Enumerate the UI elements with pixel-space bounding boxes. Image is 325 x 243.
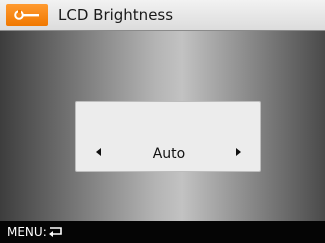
title-bar: LCD Brightness <box>0 0 325 31</box>
brightness-value: Auto <box>152 146 186 162</box>
settings-tab[interactable] <box>6 4 48 26</box>
right-arrow-icon[interactable] <box>236 148 241 156</box>
wrench-icon <box>14 10 39 20</box>
return-icon[interactable] <box>48 226 64 237</box>
footer-bar: MENU: <box>0 221 325 243</box>
page-title: LCD Brightness <box>58 6 174 24</box>
menu-button-label: MENU: <box>7 225 47 239</box>
brightness-selector[interactable]: Auto <box>75 101 261 172</box>
lcd-brightness-screen: LCD Brightness Auto MENU: <box>0 0 325 243</box>
